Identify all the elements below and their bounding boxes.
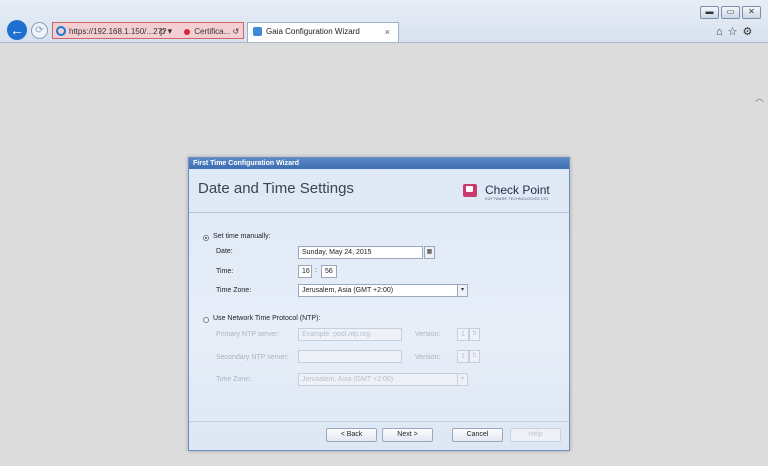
certificate-label: Certifica... (194, 27, 231, 36)
primary-ntp-label: Primary NTP server: (216, 331, 280, 338)
forward-button[interactable]: ⟳ (31, 22, 48, 39)
browser-toolbar: ▬ ▭ ✕ ← ⟳ https://192.168.1.150/...27? ρ… (0, 0, 768, 43)
back-wizard-button[interactable]: < Back (326, 428, 377, 442)
maximize-icon[interactable]: ▭ (721, 6, 740, 19)
set-time-manually-radio[interactable] (203, 235, 209, 241)
logo-subtitle: SOFTWARE TECHNOLOGIES LTD. (485, 197, 550, 201)
tab-gaia-wizard[interactable]: Gaia Configuration Wizard × (247, 22, 399, 42)
home-favorites-settings-icons[interactable]: ⌂☆⚙ (716, 25, 757, 38)
tab-title: Gaia Configuration Wizard (266, 27, 360, 36)
hour-field[interactable]: 16 (298, 265, 312, 278)
dialog-title-bar: First Time Configuration Wizard (189, 158, 569, 169)
refresh-icon[interactable]: ↺ (232, 27, 239, 36)
primary-version-label: Version: (415, 331, 441, 338)
logo-name: Check Point (485, 183, 550, 197)
secondary-ntp-input[interactable] (298, 350, 402, 363)
primary-ntp-input[interactable]: Example: pool.ntp.org (298, 328, 402, 341)
page-title: Date and Time Settings (198, 180, 354, 197)
ntp-time-zone-label: Time Zone: (216, 376, 252, 383)
date-label: Date: (216, 248, 233, 255)
set-time-manually-label: Set time manually: (213, 233, 271, 240)
time-zone-select[interactable]: Jerusalem, Asia (GMT +2:00) (298, 284, 458, 297)
wizard-button-bar: < Back Next > Cancel Help (189, 421, 569, 450)
use-ntp-radio[interactable] (203, 317, 209, 323)
time-label: Time: (216, 268, 234, 275)
minimize-icon[interactable]: ▬ (700, 6, 719, 19)
close-window-icon[interactable]: ✕ (742, 6, 761, 19)
address-url: https://192.168.1.150/...27? (69, 27, 167, 36)
next-button[interactable]: Next > (382, 428, 433, 442)
use-ntp-label: Use Network Time Protocol (NTP): (213, 315, 321, 322)
secondary-ntp-label: Secondary NTP server: (216, 354, 289, 361)
dialog-header: Date and Time Settings Check Point SOFTW… (189, 169, 569, 213)
spinner-icon[interactable]: ⇅ (469, 350, 480, 363)
ntp-time-zone-select[interactable]: Jerusalem, Asia (GMT +2:00) (298, 373, 458, 386)
calendar-icon[interactable]: ▦ (424, 246, 435, 259)
check-point-logo-icon (463, 184, 477, 197)
help-button[interactable]: Help (510, 428, 561, 442)
minute-field[interactable]: 56 (321, 265, 337, 278)
certificate-error[interactable]: Certifica... ↺ (184, 23, 239, 38)
secondary-version-field[interactable]: 1 (457, 350, 469, 363)
ie-icon (56, 26, 66, 36)
tab-close-icon[interactable]: × (385, 23, 390, 41)
spinner-icon[interactable]: ⇅ (469, 328, 480, 341)
back-button[interactable]: ← (7, 20, 27, 40)
date-field[interactable]: Sunday, May 24, 2015 (298, 246, 423, 259)
chevron-down-icon[interactable]: ▾ (457, 373, 468, 386)
tab-favicon-icon (253, 27, 262, 36)
secondary-version-label: Version: (415, 354, 441, 361)
cancel-button[interactable]: Cancel (452, 428, 503, 442)
configuration-wizard-dialog: First Time Configuration Wizard Date and… (188, 157, 570, 451)
chevron-down-icon[interactable]: ▾ (457, 284, 468, 297)
scroll-up-icon[interactable]: ︿ (755, 91, 764, 104)
certificate-warning-icon (184, 28, 190, 35)
primary-version-field[interactable]: 1 (457, 328, 469, 341)
search-dropdown-icon[interactable]: ρ ▾ (160, 23, 172, 38)
time-zone-label: Time Zone: (216, 287, 252, 294)
address-bar[interactable]: https://192.168.1.150/...27? ρ ▾ Certifi… (52, 22, 244, 39)
